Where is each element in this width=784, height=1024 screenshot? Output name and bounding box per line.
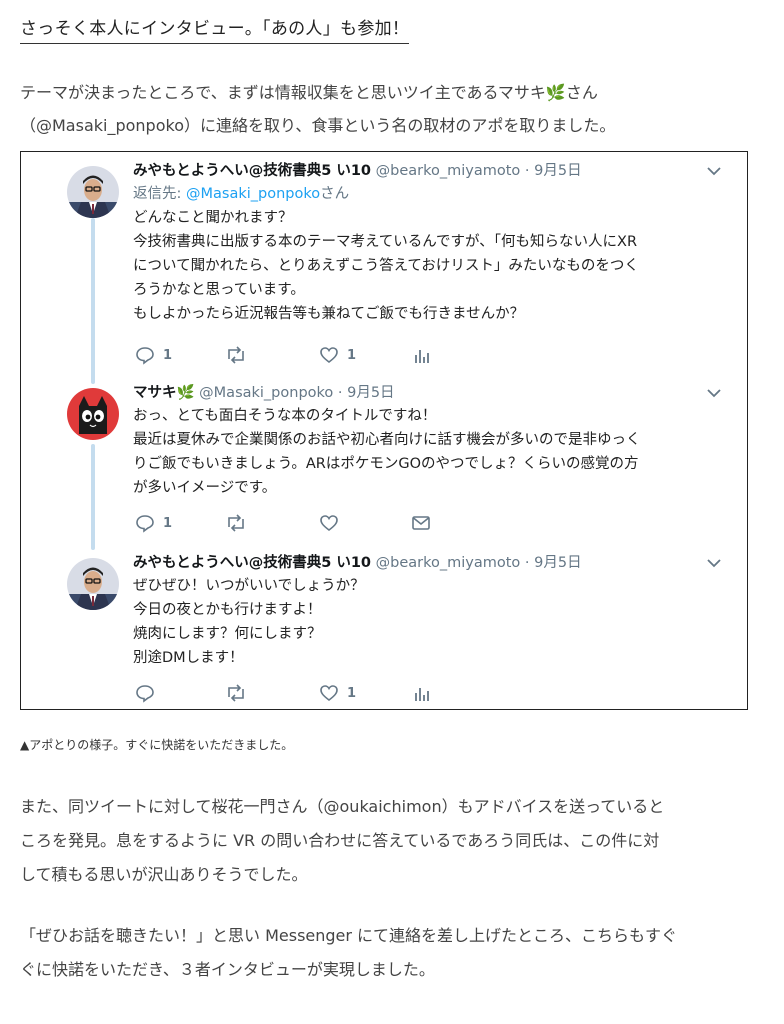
retweet-icon — [228, 684, 244, 702]
tweet-line: 今技術書典に出版する本のテーマ考えているんですが、「何も知らない人にXR — [133, 234, 638, 250]
tweet-text: どんなこと聞かれます？ 今技術書典に出版する本のテーマ考えているんですが、「何も… — [133, 206, 723, 326]
section-heading: さっそく本人にインタビュー。「あの人」も参加！ — [20, 14, 410, 44]
tweet-date[interactable]: 9月5日 — [534, 163, 581, 179]
retweet-button[interactable] — [225, 343, 255, 367]
tweet-line: 最近は夏休みで企業関係のお話や初心者向けに話す機会が多いので是非ゆっく — [133, 432, 641, 448]
tweet-actions: 1 — [135, 511, 535, 535]
heart-icon — [320, 685, 338, 702]
author-name[interactable]: みやもとようへい@技術書典5 い10 — [133, 555, 371, 571]
tweet-actions: 1 1 — [135, 343, 535, 367]
tweet-line: ぜひぜひ！いつがいいでしょうか？ — [133, 578, 365, 594]
body-paragraph: 「ぜひお話を聴きたい！」と思い Messenger にて連絡を差し上げたところ、… — [20, 919, 760, 987]
paragraph-line: また、同ツイートに対して桜花一門さん（@oukaichimon）もアドバイスを送… — [20, 797, 665, 816]
author-name[interactable]: マサキ🌿 — [133, 385, 195, 401]
analytics-button[interactable] — [413, 681, 439, 705]
tweet-line: もしよかったら近況報告等も兼ねてご飯でも行きませんか？ — [133, 306, 525, 322]
paragraph-line: 「ぜひお話を聴きたい！」と思い Messenger にて連絡を差し上げたところ、… — [20, 926, 678, 945]
tweet-text: おっ、とても面白そうな本のタイトルですね！ 最近は夏休みで企業関係のお話や初心者… — [133, 404, 723, 500]
message-icon — [412, 516, 430, 530]
tweet-date[interactable]: 9月5日 — [534, 555, 581, 571]
reply-count: 1 — [163, 347, 173, 363]
like-count: 1 — [347, 347, 357, 363]
analytics-button[interactable] — [413, 343, 439, 367]
retweet-icon — [228, 346, 244, 364]
tweet-line: 今日の夜とかも行けますよ！ — [133, 602, 322, 618]
separator-dot: · — [524, 555, 530, 571]
author-handle[interactable]: @bearko_miyamoto — [376, 555, 521, 571]
like-button[interactable]: 1 — [319, 681, 356, 705]
thread-connector — [91, 218, 95, 384]
chevron-down-icon[interactable] — [703, 382, 725, 404]
reply-mention-link[interactable]: @Masaki_ponpoko — [186, 186, 320, 202]
tweet-line: が多いイメージです。 — [133, 480, 277, 496]
heart-icon — [320, 347, 338, 364]
tweet-line: 焼肉にします？何にします？ — [133, 626, 322, 642]
author-handle[interactable]: @Masaki_ponpoko — [199, 385, 333, 401]
chevron-down-icon[interactable] — [703, 160, 725, 182]
tweet-text: ぜひぜひ！いつがいいでしょうか？ 今日の夜とかも行けますよ！ 焼肉にします？何に… — [133, 574, 723, 670]
tweet-line: どんなこと聞かれます？ — [133, 210, 293, 226]
avatar[interactable] — [67, 388, 119, 440]
like-count: 1 — [347, 685, 357, 701]
analytics-icon — [415, 350, 429, 363]
reply-prefix: 返信先: — [133, 186, 186, 202]
author-name[interactable]: みやもとようへい@技術書典5 い10 — [133, 163, 371, 179]
reply-button[interactable] — [135, 681, 163, 705]
tweet-date[interactable]: 9月5日 — [347, 385, 394, 401]
tweet-line: 別途DMします！ — [133, 650, 244, 666]
image-caption: ▲アポとりの様子。すぐに快諾をいただきました。 — [20, 738, 294, 752]
paragraph-line: ころを発見。息をするように VR の問い合わせに答えているであろう同氏は、この件… — [20, 831, 660, 850]
reply-context: 返信先: @Masaki_ponpokoさん — [133, 182, 723, 206]
reply-icon — [136, 347, 154, 365]
tweet-line: おっ、とても面白そうな本のタイトルですね！ — [133, 408, 437, 424]
tweet-line: ろうかなと思っています。 — [133, 282, 305, 298]
reply-button[interactable]: 1 — [135, 343, 172, 367]
reply-icon — [136, 515, 154, 533]
like-button[interactable] — [319, 511, 347, 535]
author-handle[interactable]: @bearko_miyamoto — [376, 163, 521, 179]
retweet-icon — [228, 514, 244, 532]
retweet-button[interactable] — [225, 511, 255, 535]
tweet-line: について聞かれたら、とりあえずこう答えておけリスト」みたいなものをつく — [133, 258, 639, 274]
avatar[interactable] — [67, 166, 119, 218]
thread-connector — [91, 444, 95, 550]
intro-paragraph: テーマが決まったところで、まずは情報収集をと思いツイ主であるマサキ🌿さん （@M… — [20, 76, 760, 142]
separator-dot: · — [337, 385, 343, 401]
retweet-button[interactable] — [225, 681, 255, 705]
paragraph-line: ぐに快諾をいただき、３者インタビューが実現しました。 — [20, 960, 435, 979]
analytics-icon — [415, 688, 429, 701]
intro-line: （@Masaki_ponpoko）に連絡を取り、食事という名の取材のアポを取りま… — [20, 116, 616, 135]
embedded-tweet-thread: みやもとようへい@技術書典5 い10 @bearko_miyamoto · 9月… — [20, 151, 748, 710]
like-button[interactable]: 1 — [319, 343, 356, 367]
reply-button[interactable]: 1 — [135, 511, 172, 535]
reply-count: 1 — [163, 515, 173, 531]
direct-message-button[interactable] — [411, 511, 439, 535]
reply-suffix: さん — [320, 186, 350, 202]
intro-line: テーマが決まったところで、まずは情報収集をと思いツイ主であるマサキ🌿さん — [20, 83, 598, 102]
tweet-line: りご飯でもいきましょう。ARはポケモンGOのやつでしょ？くらいの感覚の方 — [133, 456, 639, 472]
tweet-actions: 1 — [135, 681, 535, 705]
avatar[interactable] — [67, 558, 119, 610]
body-paragraph: また、同ツイートに対して桜花一門さん（@oukaichimon）もアドバイスを送… — [20, 790, 760, 892]
separator-dot: · — [524, 163, 530, 179]
chevron-down-icon[interactable] — [703, 552, 725, 574]
reply-icon — [136, 685, 154, 703]
paragraph-line: して積もる思いが沢山ありそうでした。 — [20, 865, 308, 884]
heart-icon — [320, 515, 338, 532]
